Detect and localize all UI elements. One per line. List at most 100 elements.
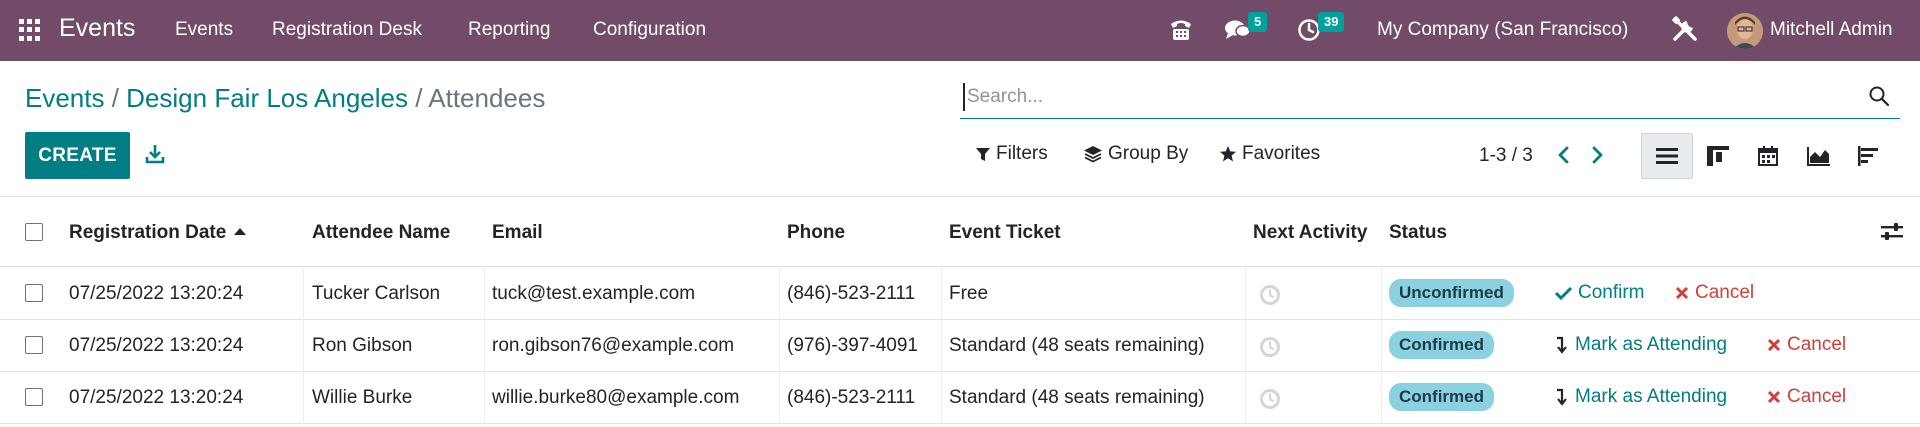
breadcrumb: Events / Design Fair Los Angeles / Atten…	[25, 83, 545, 114]
header-registration-date[interactable]: Registration Date	[69, 222, 247, 244]
column-divider	[303, 268, 304, 320]
menu-reporting[interactable]: Reporting	[468, 19, 550, 41]
user-menu[interactable]: Mitchell Admin	[1770, 19, 1893, 41]
calendar-view-button[interactable]	[1742, 133, 1794, 179]
status-badge: Confirmed	[1389, 331, 1494, 359]
kanban-view-button[interactable]	[1692, 133, 1744, 179]
graph-view-button[interactable]	[1793, 133, 1845, 179]
cell-email: tuck@test.example.com	[492, 283, 696, 304]
times-icon	[1767, 338, 1781, 352]
column-divider	[941, 372, 942, 424]
company-switcher[interactable]: My Company (San Francisco)	[1377, 19, 1628, 41]
filter-icon	[976, 148, 990, 161]
sort-ascending-icon	[234, 228, 247, 235]
table-row[interactable]: 07/25/2022 13:20:24 Willie Burke willie.…	[0, 372, 1920, 424]
favorites-label: Favorites	[1242, 143, 1321, 164]
column-divider	[303, 320, 304, 372]
list-view-button[interactable]	[1641, 133, 1693, 179]
search-bar	[960, 77, 1900, 119]
level-down-icon	[1557, 336, 1567, 354]
cell-attendee-name: Tucker Carlson	[312, 283, 441, 304]
breadcrumb-events[interactable]: Events	[25, 83, 105, 113]
layers-icon	[1084, 146, 1102, 163]
header-event-ticket[interactable]: Event Ticket	[949, 222, 1061, 244]
column-divider	[1381, 372, 1382, 424]
column-divider	[779, 372, 780, 424]
download-icon[interactable]	[145, 143, 165, 165]
tools-icon[interactable]	[1671, 15, 1699, 43]
menu-events[interactable]: Events	[175, 19, 233, 41]
chevron-left-icon[interactable]	[1554, 144, 1574, 166]
column-divider	[1245, 268, 1246, 320]
column-divider	[779, 268, 780, 320]
clock-activity-icon[interactable]	[1259, 284, 1281, 306]
header-email[interactable]: Email	[492, 222, 543, 244]
column-divider	[1245, 372, 1246, 424]
top-navbar: Events Events Registration Desk Reportin…	[0, 0, 1920, 61]
cell-registration-date: 07/25/2022 13:20:24	[69, 283, 244, 304]
confirm-label: Confirm	[1578, 282, 1645, 303]
row-checkbox[interactable]	[25, 388, 43, 406]
search-icon[interactable]	[1868, 85, 1890, 107]
cell-phone: (846)-523-2111	[787, 387, 916, 408]
table-row[interactable]: 07/25/2022 13:20:24 Tucker Carlson tuck@…	[0, 268, 1920, 320]
level-down-icon	[1557, 388, 1567, 406]
column-divider	[1245, 320, 1246, 372]
cancel-button[interactable]: Cancel	[1675, 282, 1754, 304]
phone-icon[interactable]	[1168, 18, 1194, 42]
row-checkbox[interactable]	[25, 336, 43, 354]
chevron-right-icon[interactable]	[1587, 144, 1607, 166]
header-next-activity[interactable]: Next Activity	[1253, 222, 1367, 244]
clock-activity-icon[interactable]	[1259, 336, 1281, 358]
activity-view-button[interactable]	[1843, 133, 1895, 179]
group-by-button[interactable]: Group By	[1083, 143, 1188, 165]
calendar-view-icon	[1758, 146, 1778, 166]
list-view-icon	[1656, 148, 1678, 164]
activity-view-icon	[1858, 146, 1878, 166]
column-divider	[1381, 320, 1382, 372]
optional-columns-icon[interactable]	[1880, 222, 1904, 242]
menu-registration-desk[interactable]: Registration Desk	[272, 19, 422, 41]
cell-email: ron.gibson76@example.com	[492, 335, 735, 356]
select-all-checkbox[interactable]	[25, 223, 43, 241]
cell-event-ticket: Free	[949, 283, 989, 304]
filters-button[interactable]: Filters	[975, 143, 1048, 165]
row-checkbox[interactable]	[25, 284, 43, 302]
star-icon	[1220, 146, 1236, 162]
column-divider	[484, 372, 485, 424]
mark-as-attending-label: Mark as Attending	[1575, 334, 1728, 355]
cell-email: willie.burke80@example.com	[492, 387, 740, 408]
pager-value[interactable]: 1-3 / 3	[1479, 145, 1533, 167]
cancel-button[interactable]: Cancel	[1767, 386, 1846, 408]
apps-grid-icon[interactable]	[19, 19, 41, 41]
group-by-label: Group By	[1108, 143, 1189, 164]
cancel-button[interactable]: Cancel	[1767, 334, 1846, 356]
header-attendee-name[interactable]: Attendee Name	[312, 222, 450, 244]
confirm-button[interactable]: Confirm	[1555, 282, 1645, 304]
app-name[interactable]: Events	[59, 14, 135, 43]
filters-label: Filters	[996, 143, 1048, 164]
mark-as-attending-button[interactable]: Mark as Attending	[1555, 334, 1727, 356]
cancel-label: Cancel	[1787, 334, 1847, 355]
cancel-label: Cancel	[1695, 282, 1755, 303]
search-input[interactable]	[963, 83, 1843, 111]
mark-as-attending-button[interactable]: Mark as Attending	[1555, 386, 1727, 408]
menu-configuration[interactable]: Configuration	[593, 19, 706, 41]
times-icon	[1767, 390, 1781, 404]
status-badge: Unconfirmed	[1389, 279, 1514, 307]
column-divider	[484, 320, 485, 372]
breadcrumb-event[interactable]: Design Fair Los Angeles	[126, 83, 408, 113]
column-divider	[484, 268, 485, 320]
mark-as-attending-label: Mark as Attending	[1575, 386, 1728, 407]
user-avatar[interactable]	[1727, 13, 1763, 49]
header-phone[interactable]: Phone	[787, 222, 845, 244]
cell-registration-date: 07/25/2022 13:20:24	[69, 335, 244, 356]
favorites-button[interactable]: Favorites	[1219, 143, 1320, 165]
header-status[interactable]: Status	[1389, 222, 1447, 244]
clock-activity-icon[interactable]	[1259, 388, 1281, 410]
create-button[interactable]: CREATE	[25, 132, 130, 179]
cancel-label: Cancel	[1787, 386, 1847, 407]
column-divider	[941, 268, 942, 320]
table-row[interactable]: 07/25/2022 13:20:24 Ron Gibson ron.gibso…	[0, 320, 1920, 372]
cell-event-ticket: Standard (48 seats remaining)	[949, 335, 1205, 356]
